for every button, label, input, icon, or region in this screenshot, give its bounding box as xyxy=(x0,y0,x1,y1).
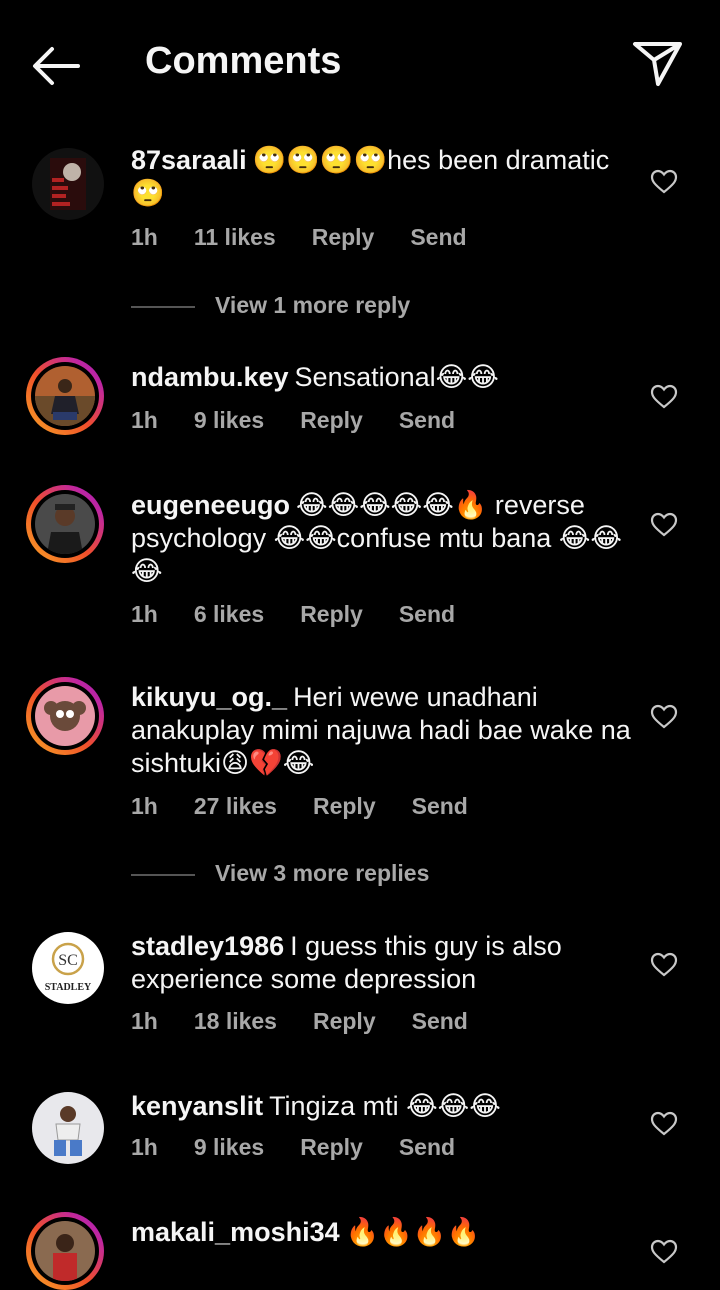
reply-button[interactable]: Reply xyxy=(312,224,375,250)
comment-text: Tingiza mti 😂😂😂 xyxy=(269,1091,501,1121)
avatar-image xyxy=(35,1221,95,1281)
like-count[interactable]: 9 likes xyxy=(194,407,264,433)
heart-icon[interactable] xyxy=(650,1111,678,1137)
divider xyxy=(131,873,195,876)
heart-icon[interactable] xyxy=(650,384,678,410)
avatar[interactable] xyxy=(32,1092,104,1164)
heart-icon[interactable] xyxy=(650,704,678,730)
heart-icon[interactable] xyxy=(650,512,678,538)
like-count[interactable]: 9 likes xyxy=(194,1134,264,1160)
avatar[interactable] xyxy=(32,148,104,220)
comment-username[interactable]: kenyanslit xyxy=(131,1091,263,1121)
like-count[interactable]: 6 likes xyxy=(194,601,264,627)
avatar[interactable] xyxy=(26,485,104,563)
avatar-image xyxy=(35,494,95,554)
send-button[interactable]: Send xyxy=(399,407,455,433)
avatar-image xyxy=(35,686,95,746)
svg-text:SC: SC xyxy=(58,952,78,969)
comment-username[interactable]: kikuyu_og._ xyxy=(131,682,287,712)
like-count[interactable]: 18 likes xyxy=(194,1008,277,1034)
comment-time: 1h xyxy=(131,1134,158,1160)
send-button[interactable]: Send xyxy=(399,601,455,627)
comment-meta: 1h 9 likes Reply Send xyxy=(131,407,491,434)
avatar-image xyxy=(35,366,95,426)
send-button[interactable]: Send xyxy=(412,793,468,819)
direct-message-icon[interactable] xyxy=(630,38,684,88)
svg-text:STADLEY: STADLEY xyxy=(45,982,92,993)
comment-time: 1h xyxy=(131,793,158,819)
comment-username[interactable]: eugeneeugo xyxy=(131,490,290,520)
comment-username[interactable]: makali_moshi34 xyxy=(131,1217,340,1247)
avatar[interactable] xyxy=(26,1212,104,1290)
comment-meta: 1h 9 likes Reply Send xyxy=(131,1134,491,1161)
heart-icon[interactable] xyxy=(650,1239,678,1265)
page-title: Comments xyxy=(145,40,342,82)
reply-button[interactable]: Reply xyxy=(300,1134,363,1160)
comment-time: 1h xyxy=(131,601,158,627)
comment-meta: 1h 27 likes Reply Send xyxy=(131,793,504,820)
heart-icon[interactable] xyxy=(650,952,678,978)
reply-button[interactable]: Reply xyxy=(300,601,363,627)
stadley-logo: SC STADLEY xyxy=(32,932,104,1004)
comment-meta: 1h 6 likes Reply Send xyxy=(131,601,491,628)
avatar[interactable]: SC STADLEY xyxy=(32,932,104,1004)
view-more-replies[interactable]: View 3 more replies xyxy=(131,860,429,887)
reply-button[interactable]: Reply xyxy=(313,793,376,819)
divider xyxy=(131,305,195,308)
reply-button[interactable]: Reply xyxy=(313,1008,376,1034)
like-count[interactable]: 27 likes xyxy=(194,793,277,819)
send-button[interactable]: Send xyxy=(399,1134,455,1160)
view-more-replies[interactable]: View 1 more reply xyxy=(131,292,410,319)
comment-time: 1h xyxy=(131,224,158,250)
comment-meta: 1h 11 likes Reply Send xyxy=(131,224,503,251)
avatar[interactable] xyxy=(26,677,104,755)
comment-text: Sensational😂😂 xyxy=(294,362,499,392)
comment-text: 🔥🔥🔥🔥 xyxy=(345,1217,481,1247)
heart-icon[interactable] xyxy=(650,169,678,195)
reply-button[interactable]: Reply xyxy=(300,407,363,433)
back-arrow-icon[interactable] xyxy=(30,44,82,88)
avatar-image xyxy=(32,1092,104,1164)
like-count[interactable]: 11 likes xyxy=(194,224,276,250)
comment-time: 1h xyxy=(131,1008,158,1034)
comment-meta: 1h 18 likes Reply Send xyxy=(131,1008,504,1035)
send-button[interactable]: Send xyxy=(412,1008,468,1034)
comment-username[interactable]: 87saraali xyxy=(131,145,247,175)
comment-username[interactable]: ndambu.key xyxy=(131,362,289,392)
send-button[interactable]: Send xyxy=(410,224,466,250)
avatar[interactable] xyxy=(26,357,104,435)
avatar-image xyxy=(32,148,104,220)
comment-username[interactable]: stadley1986 xyxy=(131,931,284,961)
top-bar: Comments xyxy=(0,0,720,128)
comment-time: 1h xyxy=(131,407,158,433)
